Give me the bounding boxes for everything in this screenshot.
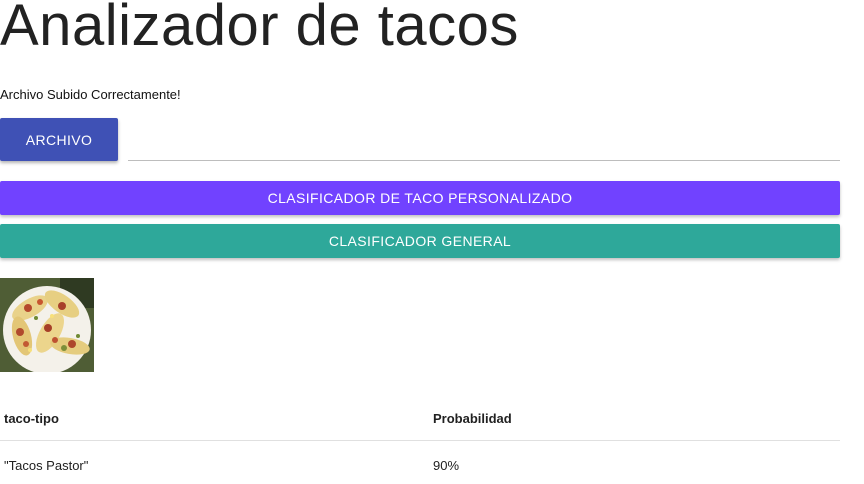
taco-photo-graphic: [0, 278, 94, 372]
probability-cell: 90%: [433, 457, 460, 473]
upload-status-message: Archivo Subido Correctamente!: [0, 87, 181, 102]
column-header-probability: Probabilidad: [429, 396, 840, 441]
column-header-taco-type: taco-tipo: [0, 396, 429, 441]
page: Analizador de tacos Archivo Subido Corre…: [0, 0, 864, 484]
taco-photo: [0, 278, 94, 372]
file-select-button[interactable]: ARCHIVO: [0, 118, 118, 161]
general-classifier-button[interactable]: CLASIFICADOR GENERAL: [0, 224, 840, 258]
taco-type-cell: "Tacos Pastor": [4, 457, 89, 473]
file-name-field[interactable]: [128, 128, 840, 161]
custom-classifier-button[interactable]: CLASIFICADOR DE TACO PERSONALIZADO: [0, 181, 840, 215]
page-title: Analizador de tacos: [0, 0, 519, 58]
results-header-row: taco-tipo Probabilidad: [0, 396, 840, 441]
table-row: "Tacos Pastor" 90%: [0, 441, 840, 484]
results-table: taco-tipo Probabilidad "Tacos Pastor" 90…: [0, 396, 840, 484]
